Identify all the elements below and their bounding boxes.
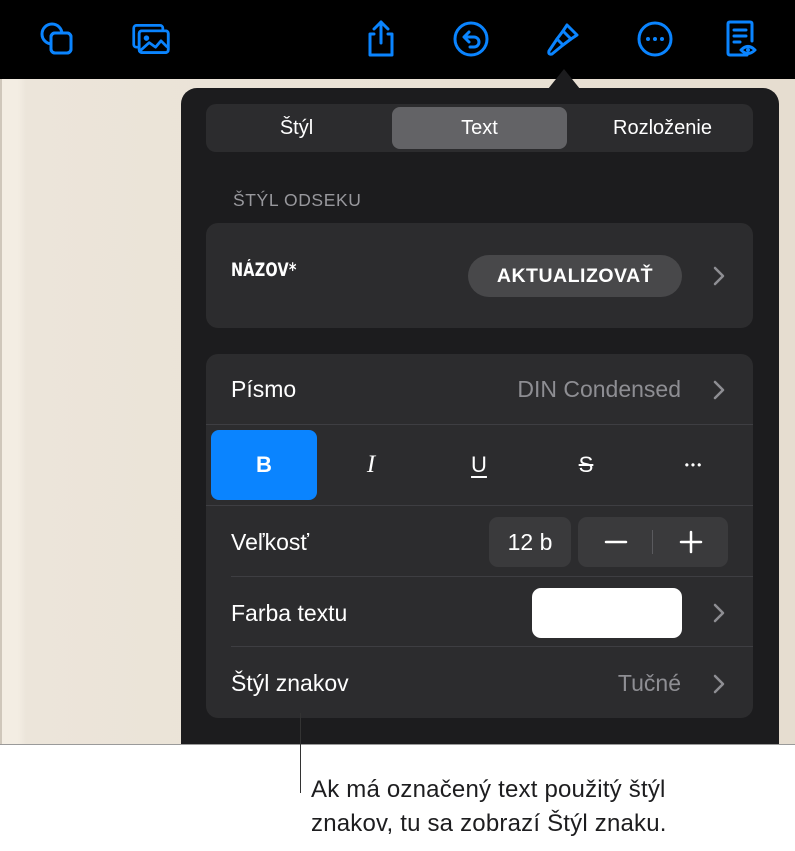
undo-icon[interactable] [448, 16, 494, 62]
text-color-label: Farba textu [231, 600, 348, 626]
divider [231, 646, 753, 647]
character-style-value[interactable]: Tučné [618, 670, 681, 697]
font-settings-group: Písmo DIN Condensed B I U S ••• Veľkosť … [206, 354, 753, 718]
chevron-right-icon[interactable] [712, 673, 726, 695]
update-style-button[interactable]: AKTUALIZOVAŤ [468, 255, 682, 297]
text-color-swatch[interactable] [532, 588, 682, 638]
divider [231, 576, 753, 577]
popover-arrow [548, 69, 580, 89]
chevron-right-icon[interactable] [712, 379, 726, 401]
format-popover: Štýl Text Rozloženie ŠTÝL ODSEKU NÁZOV* … [181, 88, 779, 744]
font-size-stepper [578, 517, 728, 567]
tab-layout[interactable]: Rozloženie [575, 107, 750, 149]
more-icon[interactable] [632, 16, 678, 62]
minus-icon [604, 540, 627, 544]
tab-style[interactable]: Štýl [209, 107, 384, 149]
decrease-size-button[interactable] [578, 517, 653, 567]
chevron-right-icon [713, 266, 725, 286]
font-value[interactable]: DIN Condensed [517, 376, 681, 403]
device-screen: Štýl Text Rozloženie ŠTÝL ODSEKU NÁZOV* … [0, 0, 795, 745]
callout-line [300, 713, 301, 793]
paragraph-style-row[interactable]: NÁZOV* AKTUALIZOVAŤ [206, 223, 753, 328]
chevron-right-icon[interactable] [712, 602, 726, 624]
increase-size-button[interactable] [653, 517, 728, 567]
callout-text: Ak má označený text použitý štýl znakov,… [311, 773, 791, 841]
paragraph-style-header: ŠTÝL ODSEKU [233, 190, 362, 210]
character-style-label: Štýl znakov [231, 670, 349, 696]
document-edge [0, 79, 2, 744]
italic-button[interactable]: I [318, 430, 424, 500]
toolbar [0, 0, 795, 79]
font-label: Písmo [231, 376, 297, 402]
callout-line-1: Ak má označený text použitý štýl [311, 776, 666, 803]
bold-button[interactable]: B [211, 430, 317, 500]
size-label: Veľkosť [231, 529, 309, 555]
tab-text[interactable]: Text [392, 107, 567, 149]
reading-view-icon[interactable] [718, 16, 764, 62]
callout-line-2: znakov, tu sa zobrazí Štýl znaku. [311, 810, 667, 837]
divider [206, 505, 753, 506]
divider [206, 424, 753, 425]
format-tabs: Štýl Text Rozloženie [206, 104, 753, 152]
share-icon[interactable] [358, 16, 404, 62]
format-brush-icon[interactable] [540, 16, 586, 62]
media-icon[interactable] [128, 16, 174, 62]
more-text-options-button[interactable]: ••• [641, 430, 747, 500]
shapes-icon[interactable] [34, 16, 80, 62]
underline-button[interactable]: U [426, 430, 532, 500]
plus-icon [679, 530, 702, 554]
paragraph-style-name: NÁZOV* [231, 260, 297, 281]
strikethrough-button[interactable]: S [533, 430, 639, 500]
font-size-field[interactable]: 12 b [489, 517, 571, 567]
